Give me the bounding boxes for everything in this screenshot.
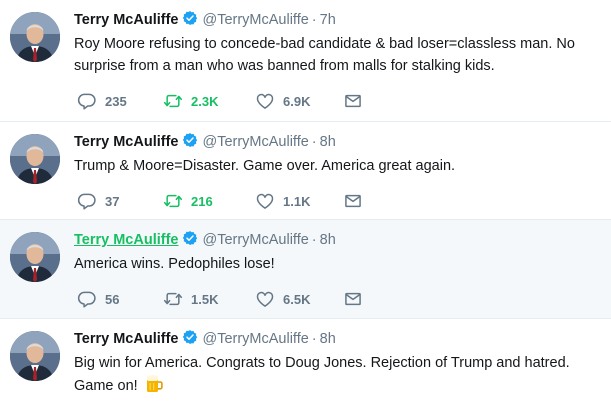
like-icon	[255, 191, 275, 211]
retweet-icon	[163, 289, 183, 309]
reply-icon	[77, 289, 97, 309]
verified-badge-icon	[182, 329, 198, 351]
like-icon	[255, 91, 275, 111]
reply-icon	[77, 91, 97, 111]
author-handle[interactable]: @TerryMcAuliffe	[202, 12, 308, 28]
author-handle[interactable]: @TerryMcAuliffe	[202, 331, 308, 347]
tweet[interactable]: Terry McAuliffe @TerryMcAuliffe · 8h Big wi…	[0, 319, 611, 409]
like-button[interactable]: 1.1K	[255, 191, 343, 211]
reply-count: 37	[105, 193, 120, 209]
tweet-text: Trump & Moore=Disaster. Game over. Ameri…	[74, 158, 456, 174]
separator: ·	[311, 12, 317, 28]
timestamp[interactable]: 8h	[320, 232, 336, 248]
retweet-button[interactable]: 216	[163, 191, 255, 211]
tweet-text-container: Big win for America. Congrats to Doug Jo…	[74, 352, 601, 397]
retweet-icon	[163, 191, 183, 211]
tweet-feed: Terry McAuliffe @TerryMcAuliffe · 7h Roy Mo…	[0, 0, 611, 409]
tweet[interactable]: Terry McAuliffe @TerryMcAuliffe · 7h Roy Mo…	[0, 0, 611, 122]
tweet[interactable]: Terry McAuliffe @TerryMcAuliffe · 8h Americ…	[0, 220, 611, 319]
retweet-count: 2.3K	[191, 93, 219, 109]
author-handle[interactable]: @TerryMcAuliffe	[202, 232, 308, 248]
avatar[interactable]	[10, 12, 60, 62]
timestamp[interactable]: 8h	[320, 331, 336, 347]
reply-button[interactable]: 235	[77, 91, 163, 111]
verified-badge-icon	[182, 132, 198, 154]
tweet-actions: 235 2.3K 6.9K	[77, 91, 363, 111]
tweet-text: America wins. Pedophiles lose!	[74, 256, 275, 272]
direct-message-icon	[343, 191, 363, 211]
verified-badge-icon	[182, 230, 198, 252]
like-count: 6.9K	[283, 93, 311, 109]
retweet-count: 1.5K	[191, 291, 219, 307]
timestamp[interactable]: 8h	[320, 134, 336, 150]
tweet-header: Terry McAuliffe @TerryMcAuliffe · 8h	[74, 329, 601, 349]
like-count: 6.5K	[283, 291, 311, 307]
reply-button[interactable]: 56	[77, 289, 163, 309]
tweet-actions: 37 216 1.1K	[77, 191, 363, 211]
avatar[interactable]	[10, 232, 60, 282]
author-name[interactable]: Terry McAuliffe	[74, 232, 178, 248]
avatar[interactable]	[10, 134, 60, 184]
direct-message-button[interactable]	[343, 91, 363, 111]
separator: ·	[311, 331, 317, 347]
retweet-button[interactable]: 2.3K	[163, 91, 255, 111]
direct-message-icon	[343, 91, 363, 111]
separator: ·	[311, 134, 317, 150]
retweet-count: 216	[191, 193, 213, 209]
tweet[interactable]: Terry McAuliffe @TerryMcAuliffe · 8h Trump …	[0, 122, 611, 220]
reply-icon	[77, 191, 97, 211]
reply-count: 56	[105, 291, 120, 307]
author-name[interactable]: Terry McAuliffe	[74, 331, 178, 347]
separator: ·	[311, 232, 317, 248]
like-count: 1.1K	[283, 193, 311, 209]
timestamp[interactable]: 7h	[320, 12, 336, 28]
author-handle[interactable]: @TerryMcAuliffe	[202, 134, 308, 150]
reply-button[interactable]: 37	[77, 191, 163, 211]
tweet-actions: 56 1.5K 6.5K	[77, 289, 363, 309]
author-name[interactable]: Terry McAuliffe	[74, 12, 178, 28]
direct-message-icon	[343, 289, 363, 309]
like-button[interactable]: 6.5K	[255, 289, 343, 309]
direct-message-button[interactable]	[343, 191, 363, 211]
tweet-header: Terry McAuliffe @TerryMcAuliffe · 7h	[74, 10, 601, 30]
tweet-header: Terry McAuliffe @TerryMcAuliffe · 8h	[74, 230, 601, 250]
retweet-button[interactable]: 1.5K	[163, 289, 255, 309]
beer-mug-emoji	[144, 374, 164, 394]
author-name[interactable]: Terry McAuliffe	[74, 134, 178, 150]
tweet-header: Terry McAuliffe @TerryMcAuliffe · 8h	[74, 132, 601, 152]
like-icon	[255, 289, 275, 309]
avatar[interactable]	[10, 331, 60, 381]
verified-badge-icon	[182, 10, 198, 32]
reply-count: 235	[105, 93, 127, 109]
retweet-icon	[163, 91, 183, 111]
like-button[interactable]: 6.9K	[255, 91, 343, 111]
direct-message-button[interactable]	[343, 289, 363, 309]
tweet-text: Roy Moore refusing to concede-bad candid…	[74, 36, 575, 74]
